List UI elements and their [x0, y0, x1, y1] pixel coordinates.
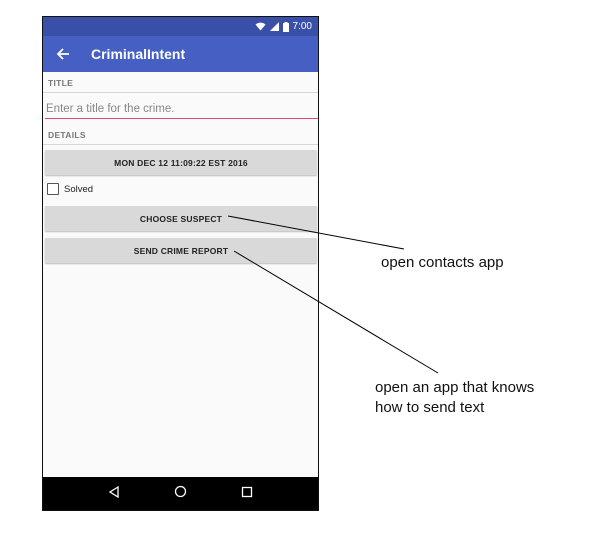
- contacts-leader-line: [227, 215, 405, 250]
- annotation-send-text: open an app that knows how to send text: [375, 378, 585, 418]
- annotation-send-text-line2: how to send text: [375, 399, 485, 416]
- annotation-send-text-line1: open an app that knows: [375, 379, 535, 396]
- annotation-open-contacts: open contacts app: [381, 254, 504, 271]
